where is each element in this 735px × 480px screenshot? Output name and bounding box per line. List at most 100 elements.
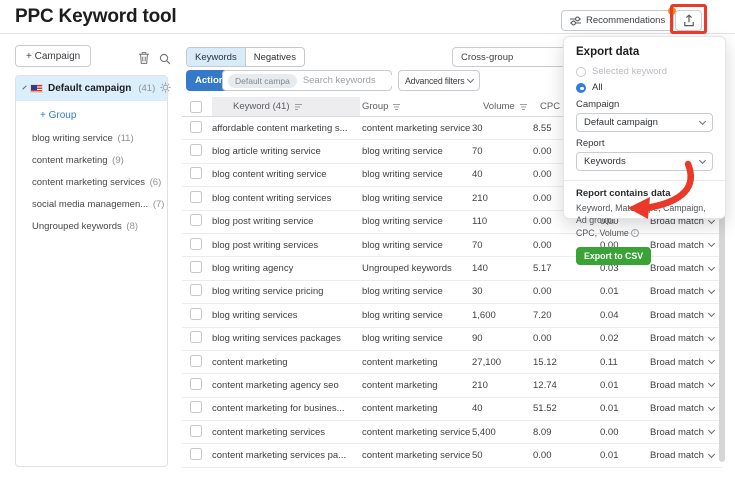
- row-checkbox[interactable]: [190, 308, 202, 320]
- report-select[interactable]: Keywords: [576, 152, 713, 171]
- column-header-keyword[interactable]: Keyword (41): [212, 97, 360, 116]
- select-all-checkbox[interactable]: [190, 101, 202, 113]
- row-checkbox[interactable]: [190, 261, 202, 273]
- row-checkbox[interactable]: [190, 121, 202, 133]
- chevron-down-icon[interactable]: [22, 85, 26, 89]
- search-input[interactable]: [303, 75, 393, 86]
- keyword-cell[interactable]: content marketing: [212, 357, 360, 368]
- keyword-cell[interactable]: content marketing for busines...: [212, 403, 360, 414]
- row-checkbox[interactable]: [190, 214, 202, 226]
- row-checkbox[interactable]: [190, 355, 202, 367]
- row-checkbox[interactable]: [190, 284, 202, 296]
- group-cell: content marketing services: [360, 123, 470, 134]
- filter-icon: [519, 103, 528, 111]
- match-type-dropdown[interactable]: Broad match: [644, 427, 722, 438]
- row-checkbox[interactable]: [190, 425, 202, 437]
- group-cell: blog writing service: [360, 169, 470, 180]
- add-campaign-button[interactable]: + Campaign: [15, 45, 91, 67]
- campaign-name: Default campaign: [48, 83, 131, 94]
- add-group-link[interactable]: + Group: [40, 110, 167, 121]
- sort-icon: [294, 103, 303, 111]
- competition-cell: 0.01: [590, 403, 644, 414]
- sidebar-group-item[interactable]: content marketing (9): [32, 155, 167, 167]
- volume-cell: 140: [470, 263, 532, 274]
- row-checkbox[interactable]: [190, 167, 202, 179]
- match-type-dropdown[interactable]: Broad match: [644, 403, 722, 414]
- row-checkbox[interactable]: [190, 331, 202, 343]
- radio-selected-keyword[interactable]: [576, 67, 586, 77]
- keyword-cell[interactable]: blog writing agency: [212, 263, 360, 274]
- keyword-cell[interactable]: blog writing services: [212, 310, 360, 321]
- advanced-filters-label: Advanced filters: [405, 76, 464, 86]
- cross-group-button[interactable]: Cross-group: [452, 47, 568, 67]
- gear-icon[interactable]: [160, 80, 171, 98]
- chevron-down-icon: [467, 75, 474, 82]
- campaign-select[interactable]: Default campaign: [576, 113, 713, 132]
- volume-cell: 90: [470, 333, 532, 344]
- volume-cell: 210: [470, 193, 532, 204]
- popup-divider: [564, 180, 725, 181]
- match-type-dropdown[interactable]: Broad match: [644, 450, 722, 461]
- match-type-dropdown[interactable]: Broad match: [644, 310, 722, 321]
- table-row: content marketing services content marke…: [182, 421, 722, 444]
- volume-cell: 5,400: [470, 427, 532, 438]
- cpc-cell: 0.00: [532, 286, 590, 297]
- column-header-volume[interactable]: Volume: [470, 97, 532, 116]
- search-icon[interactable]: [159, 52, 171, 70]
- advanced-filters-button[interactable]: Advanced filters: [398, 70, 480, 91]
- row-checkbox[interactable]: [190, 378, 202, 390]
- keyword-cell[interactable]: content marketing services: [212, 427, 360, 438]
- sidebar-group-item[interactable]: blog writing service (11): [32, 133, 167, 145]
- keyword-cell[interactable]: blog writing service pricing: [212, 286, 360, 297]
- sidebar-group-item[interactable]: Ungrouped keywords (8): [32, 221, 167, 233]
- keyword-cell[interactable]: blog article writing service: [212, 146, 360, 157]
- volume-cell: 70: [470, 146, 532, 157]
- keyword-search-box[interactable]: Default campa: [222, 70, 392, 91]
- campaign-filter-chip[interactable]: Default campa: [228, 74, 297, 88]
- row-checkbox[interactable]: [190, 144, 202, 156]
- annotation-highlight-box: [670, 4, 707, 34]
- keyword-cell[interactable]: affordable content marketing s...: [212, 123, 360, 134]
- chevron-down-icon: [708, 451, 715, 458]
- competition-cell: 0.04: [590, 310, 644, 321]
- tab-negatives[interactable]: Negatives: [245, 48, 304, 66]
- recommendations-label: Recommendations: [586, 15, 665, 26]
- keyword-cell[interactable]: blog writing services packages: [212, 333, 360, 344]
- tab-keywords[interactable]: Keywords: [187, 48, 245, 66]
- row-checkbox[interactable]: [190, 401, 202, 413]
- group-cell: blog writing service: [360, 216, 470, 227]
- cpc-cell: 15.12: [532, 357, 590, 368]
- group-cell: blog writing service: [360, 333, 470, 344]
- trash-icon[interactable]: [138, 51, 150, 70]
- column-header-group[interactable]: Group: [360, 97, 470, 116]
- match-type-dropdown[interactable]: Broad match: [644, 357, 722, 368]
- match-type-dropdown[interactable]: Broad match: [644, 380, 722, 391]
- row-checkbox[interactable]: [190, 238, 202, 250]
- sidebar-group-item[interactable]: social media managemen... (7): [32, 199, 167, 211]
- chevron-down-icon: [708, 310, 715, 317]
- recommendations-button[interactable]: Recommendations: [561, 10, 674, 31]
- keyword-cell[interactable]: content marketing agency seo: [212, 380, 360, 391]
- row-checkbox[interactable]: [190, 191, 202, 203]
- export-to-csv-button[interactable]: Export to CSV: [576, 247, 651, 265]
- chevron-down-icon: [708, 357, 715, 364]
- info-icon[interactable]: i: [631, 229, 639, 237]
- chevron-down-icon: [708, 427, 715, 434]
- sidebar-group-item[interactable]: content marketing services (6): [32, 177, 167, 189]
- cpc-cell: 8.09: [532, 427, 590, 438]
- sidebar-item-default-campaign[interactable]: Default campaign (41): [16, 76, 167, 101]
- group-cell: blog writing service: [360, 286, 470, 297]
- keyword-cell[interactable]: blog content writing services: [212, 193, 360, 204]
- sliders-icon: [570, 16, 581, 26]
- match-type-dropdown[interactable]: Broad match: [644, 333, 722, 344]
- row-checkbox[interactable]: [190, 448, 202, 460]
- keyword-cell[interactable]: blog post writing services: [212, 240, 360, 251]
- keyword-cell[interactable]: blog post writing service: [212, 216, 360, 227]
- keyword-cell[interactable]: content marketing services pa...: [212, 450, 360, 461]
- match-type-dropdown[interactable]: Broad match: [644, 286, 722, 297]
- chevron-down-icon: [708, 334, 715, 341]
- volume-cell: 210: [470, 380, 532, 391]
- radio-all[interactable]: [576, 83, 586, 93]
- group-cell: blog writing service: [360, 240, 470, 251]
- keyword-cell[interactable]: blog content writing service: [212, 169, 360, 180]
